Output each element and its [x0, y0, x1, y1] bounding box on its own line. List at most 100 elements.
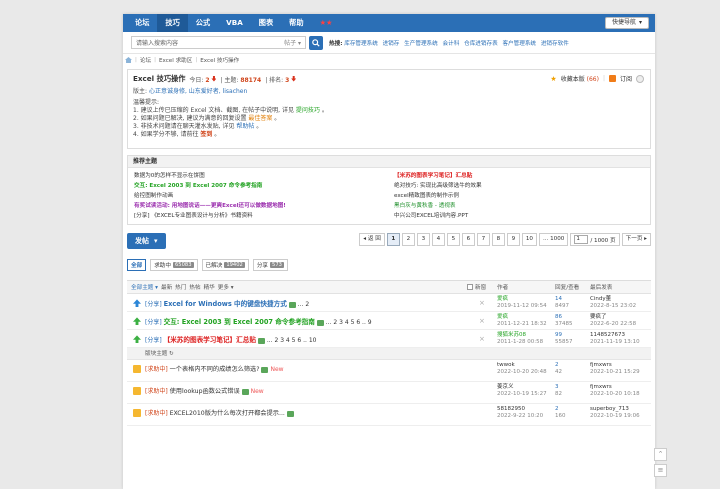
nav-tips[interactable]: 技巧 — [157, 14, 188, 32]
checkbox[interactable] — [467, 284, 473, 291]
page-number[interactable]: 10 — [521, 233, 537, 247]
last-post-date[interactable]: 2022-6-20 22:58 — [590, 321, 636, 328]
recommended-item[interactable]: 给控图制作动画 — [134, 192, 384, 200]
recommended-item[interactable]: 数据为0的怎样不显示在饼图 — [134, 172, 384, 180]
close-icon[interactable]: × — [479, 317, 485, 325]
new-window-toggle[interactable]: 新窗 — [467, 283, 486, 291]
thread-pages[interactable]: ... 2 3 4 5 6 .. 9 — [326, 319, 372, 326]
last-post-date[interactable]: 2022-8-15 23:02 — [590, 303, 636, 310]
rule-link[interactable]: 帮助帖 — [236, 123, 254, 130]
page-number[interactable]: 9 — [506, 233, 520, 247]
author-name[interactable]: 58182950 — [497, 406, 543, 413]
table-row[interactable]: [求助中] EXCEL2010版为什么每次打开都会提示... 58182950 2… — [127, 404, 651, 427]
back-to-top-icon[interactable]: ⌃ — [654, 448, 667, 461]
breadcrumb-item[interactable]: 论坛 — [140, 56, 151, 64]
thread-filter[interactable]: 最新 — [161, 283, 172, 291]
author-name[interactable]: 姜京义 — [497, 384, 547, 391]
breadcrumb-item[interactable]: Excel 技巧操作 — [200, 56, 239, 64]
hot-word[interactable]: 进销存软件 — [541, 41, 569, 47]
page-number[interactable]: 2 — [401, 233, 415, 247]
thread-filter[interactable]: 全部主题 ▾ — [131, 283, 158, 291]
hot-word[interactable]: 仓库进销存表 — [464, 41, 498, 47]
thread-pages[interactable]: ... 2 3 4 5 6 .. 10 — [267, 337, 317, 344]
moderator-list[interactable]: 心正意诚身修, 山东爱好者, lisachen — [149, 88, 247, 95]
page-number[interactable]: 4 — [431, 233, 445, 247]
quick-nav-button[interactable]: 快捷导航 ▾ — [604, 17, 649, 29]
thread-tag[interactable]: [分享] — [145, 337, 162, 344]
thread-title[interactable]: 使用lookup函数公式错误 — [170, 388, 240, 395]
tab-1[interactable]: 求助中 65083 — [150, 259, 198, 272]
author-name[interactable]: 爱疯 — [497, 296, 547, 303]
search-input[interactable]: 请输入搜索内容 帖子 ▾ — [131, 36, 306, 49]
table-row[interactable]: [分享] Excel for Windows 中的键盘快捷方式 ... 2 × 爱疯… — [127, 294, 651, 313]
thread-title[interactable]: 一个表格内不同的成绩怎么筛选? — [170, 366, 260, 373]
rule-link[interactable]: 最佳答案 — [248, 115, 272, 122]
thread-title[interactable]: EXCEL2010版为什么每次打开都会提示... — [170, 410, 285, 417]
table-row[interactable]: [求助中] 一个表格内不同的成绩怎么筛选? New twwok 2022-10-20… — [127, 360, 651, 383]
refresh-icon[interactable]: ↻ — [169, 351, 174, 357]
last-post-user[interactable]: fjmxwrs — [590, 384, 640, 391]
recommended-item[interactable]: 交互: Excel 2003 到 Excel 2007 命令参考指南 — [134, 182, 384, 190]
list-icon[interactable]: ≡ — [654, 464, 667, 477]
thread-filter[interactable]: 精华 — [204, 283, 215, 291]
recommended-item[interactable]: 【米苏的图表学习笔记】汇总贴 — [394, 172, 644, 180]
thread-pages[interactable]: ... 2 — [298, 301, 309, 308]
recommended-item[interactable]: 黑白灰与黄秋香 - 透视表 — [394, 202, 644, 210]
breadcrumb-item[interactable]: Excel 求助区 — [159, 56, 192, 64]
author-name[interactable]: twwok — [497, 362, 547, 369]
table-row[interactable]: [分享] 交互: Excel 2003 到 Excel 2007 命令参考指南 … — [127, 312, 651, 331]
nav-forum[interactable]: 论坛 — [127, 14, 157, 32]
search-button[interactable] — [309, 35, 323, 50]
favorite-button[interactable]: 收藏本版 (66) — [561, 74, 599, 83]
last-post-user[interactable]: fjmxwrs — [590, 362, 640, 369]
last-post-user[interactable]: superboy_713 — [590, 406, 640, 413]
hot-word[interactable]: 会计科 — [443, 41, 460, 47]
recommended-item[interactable]: excel精致图表的制作示例 — [394, 192, 644, 200]
last-post-date[interactable]: 2022-10-19 19:06 — [590, 413, 640, 420]
page-number[interactable]: 7 — [476, 233, 490, 247]
page-number[interactable]: 3 — [416, 233, 430, 247]
page-number[interactable]: ... 1000 — [538, 233, 569, 247]
last-post-user[interactable]: Cindy董 — [590, 296, 636, 303]
back-button[interactable]: ◂ 返 回 — [359, 233, 385, 247]
author-name[interactable]: 爱疯 — [497, 314, 547, 321]
nav-special[interactable]: ★★ — [312, 14, 341, 32]
thread-tag[interactable]: [求助中] — [145, 366, 168, 373]
table-row[interactable]: [求助中] 使用lookup函数公式错误 New 姜京义 2022-10-19 15… — [127, 382, 651, 405]
author-name[interactable]: 搜狐米苏08 — [497, 332, 543, 339]
page-number[interactable]: 5 — [446, 233, 460, 247]
nav-formula[interactable]: 公式 — [188, 14, 218, 32]
page-number[interactable]: 1 — [386, 233, 400, 247]
thread-title[interactable]: 交互: Excel 2003 到 Excel 2007 命令参考指南 — [164, 318, 315, 326]
nav-vba[interactable]: VBA — [218, 14, 251, 32]
page-number[interactable]: 8 — [491, 233, 505, 247]
rule-link[interactable]: 签到 — [200, 131, 212, 138]
hot-word[interactable]: 客户管理系统 — [502, 41, 536, 47]
toggle-icon[interactable] — [636, 74, 644, 83]
recommended-item[interactable]: [分享] 《EXCEL专业图表设计与分析》书籍资料 — [134, 212, 384, 220]
thread-tag[interactable]: [求助中] — [145, 388, 168, 395]
hot-word[interactable]: 进销存 — [383, 41, 400, 47]
tab-0[interactable]: 全部 — [127, 259, 147, 272]
thread-filter[interactable]: 热门 — [175, 283, 186, 291]
next-page-button[interactable]: 下一页 ▸ — [621, 233, 651, 247]
thread-tag[interactable]: [求助中] — [145, 410, 168, 417]
table-row[interactable]: [分享] 【米苏的图表学习笔记】汇总贴 ... 2 3 4 5 6 .. 10 ×… — [127, 330, 651, 349]
recommended-item[interactable]: 绝对技巧: 实现比高级筛选牛的效果 — [394, 182, 644, 190]
nav-chart[interactable]: 图表 — [251, 14, 281, 32]
search-scope-select[interactable]: 帖子 ▾ — [284, 38, 301, 47]
home-icon[interactable] — [125, 57, 132, 63]
page-jump-input[interactable]: 1 — [574, 235, 589, 245]
recommended-item[interactable]: 有奖试读活动: 用地图说话——更爽Excel还可以做数据地图! — [134, 202, 384, 210]
hot-word[interactable]: 生产管理系统 — [404, 41, 438, 47]
close-icon[interactable]: × — [479, 335, 485, 343]
thread-tag[interactable]: [分享] — [145, 319, 162, 326]
recommended-item[interactable]: 中兴公司EXCEL培训内容.PPT — [394, 212, 644, 220]
thread-title[interactable]: 【米苏的图表学习笔记】汇总贴 — [164, 336, 256, 344]
rule-link[interactable]: 提问技巧 — [296, 107, 320, 114]
last-post-date[interactable]: 2021-11-19 13:10 — [590, 339, 640, 346]
close-icon[interactable]: × — [479, 299, 485, 307]
new-post-button[interactable]: 发帖 ▾ — [127, 233, 166, 250]
last-post-date[interactable]: 2022-10-20 10:18 — [590, 391, 640, 398]
last-post-user[interactable]: 1148527673 — [590, 332, 640, 339]
